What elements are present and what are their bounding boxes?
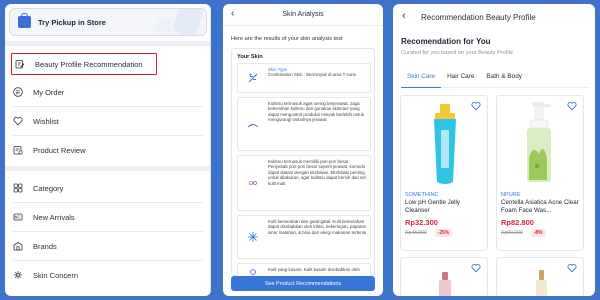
category-tabs: Skin Care Hair Care Bath & Body: [401, 70, 589, 88]
discount-badge: -8%: [530, 229, 546, 237]
acne-result: Kulitmu termasuk agak sering berjerawat.…: [237, 97, 371, 151]
clipboard-edit-icon: [15, 60, 25, 69]
menu-item-wishlist[interactable]: Wishlist: [13, 110, 203, 132]
menu-item-category[interactable]: Category: [13, 177, 203, 199]
pickup-label: Try Pickup in Store: [38, 17, 106, 27]
brands-icon: [13, 242, 23, 251]
menu-label: Brands: [33, 241, 57, 251]
pores-icon: [249, 181, 257, 185]
heart-icon: [13, 117, 23, 126]
recommendation-panel: ‹ Recommendation Beauty Profile Recomend…: [393, 4, 595, 296]
skin-type-result: Skin Type Combination Skin : Berminyak d…: [237, 63, 371, 93]
product-old-price: Rp43.000: [405, 230, 427, 236]
acne-icon: [247, 124, 259, 128]
menu-label: New Arrivals: [33, 212, 75, 222]
menu-label: Product Review: [33, 145, 86, 155]
pores-result: Kulitmu termasuk memiliki pori-pori besa…: [237, 155, 371, 211]
skin-analysis-panel: ‹ Skin Analysis Here are the results of …: [223, 4, 383, 296]
menu-item-beauty-profile-recommendation[interactable]: Beauty Profile Recommendation: [11, 53, 157, 75]
list-icon: [13, 87, 23, 97]
tab-hair-care[interactable]: Hair Care: [441, 70, 480, 88]
product-brand: NPURE: [501, 192, 521, 198]
menu-label: Wishlist: [33, 116, 59, 126]
menu-label: Skin Concern: [33, 270, 79, 280]
shopping-bag-icon: [18, 13, 31, 28]
redness-icon: [248, 232, 258, 242]
back-arrow-icon[interactable]: ‹: [231, 9, 234, 19]
menu-item-product-review[interactable]: Product Review: [13, 139, 203, 161]
acne-text: Kulitmu termasuk agak sering berjerawat.…: [268, 101, 364, 123]
product-card[interactable]: [400, 257, 488, 296]
grid-icon: [13, 183, 23, 193]
wishlist-heart-icon[interactable]: [567, 263, 577, 273]
product-card[interactable]: SOMETHINC Low pH Gentle Jelly Cleanser R…: [400, 95, 488, 251]
menu-item-brands[interactable]: Brands: [13, 235, 203, 257]
menu-item-new-arrivals[interactable]: New Arrivals: [13, 206, 203, 228]
new-icon: [13, 213, 23, 221]
product-name: Centella Asiatica Acne Clear Foam Face W…: [501, 199, 579, 214]
recommendation-heading: Recomendation for You: [401, 37, 491, 46]
skin-type-icon: [248, 73, 258, 83]
your-skin-title: Your Skin: [237, 54, 263, 60]
skin-type-text: Combination Skin : Berminyak di area T-z…: [268, 72, 357, 78]
menu-item-skin-concern[interactable]: Skin Concern: [13, 264, 203, 286]
tab-skin-care[interactable]: Skin Care: [401, 70, 442, 88]
page-title: Skin Analysis: [282, 11, 324, 18]
dull-skin-icon: [250, 269, 256, 275]
product-brand: SOMETHINC: [405, 192, 439, 198]
try-pickup-in-store-banner[interactable]: Try Pickup in Store: [9, 8, 207, 36]
account-menu-panel: Try Pickup in Store Beauty Profile Recom…: [5, 4, 211, 296]
back-arrow-icon[interactable]: ‹: [402, 11, 406, 22]
menu-item-my-order[interactable]: My Order: [13, 81, 203, 103]
menu-label: Category: [33, 183, 64, 193]
product-price: Rp82.800: [501, 218, 534, 227]
your-skin-card: Your Skin Skin Type Combination Skin : B…: [231, 48, 375, 279]
wishlist-heart-icon[interactable]: [471, 263, 481, 273]
page-title: Recommendation Beauty Profile: [421, 12, 536, 22]
product-card[interactable]: NPURE Centella Asiatica Acne Clear Foam …: [496, 95, 584, 251]
recommendation-header: ‹ Recommendation Beauty Profile: [393, 4, 595, 30]
review-icon: [13, 146, 23, 155]
menu-label: Beauty Profile Recommendation: [35, 59, 143, 69]
analysis-intro-text: Here are the results of your skin analys…: [231, 36, 343, 42]
menu-label: My Order: [33, 87, 65, 97]
skin-analysis-header: ‹ Skin Analysis: [223, 4, 383, 26]
see-product-recommendations-button[interactable]: See Product Recommendations: [231, 276, 375, 291]
redness-result: Kulit kemerahan dan gatal-gatal. Kulit k…: [237, 215, 371, 259]
tab-bath-and-body[interactable]: Bath & Body: [480, 70, 528, 88]
discount-badge: -25%: [434, 229, 453, 237]
pores-text: Kulitmu termasuk memiliki pori-pori besa…: [268, 159, 366, 186]
skin-concern-icon: [14, 271, 22, 279]
product-old-price: Rp90.000: [501, 230, 523, 236]
redness-text: Kulit kemerahan dan gatal-gatal. Kulit k…: [268, 219, 367, 235]
recommendation-subtitle: Curated for you based on your Beauty Pro…: [401, 50, 513, 56]
product-image: [401, 96, 487, 190]
wishlist-heart-icon[interactable]: [471, 101, 481, 111]
product-image: [497, 96, 583, 190]
product-name: Low pH Gentle Jelly Cleanser: [405, 199, 461, 214]
wishlist-heart-icon[interactable]: [567, 101, 577, 111]
product-card[interactable]: [496, 257, 584, 296]
product-price: Rp32.300: [405, 218, 438, 227]
